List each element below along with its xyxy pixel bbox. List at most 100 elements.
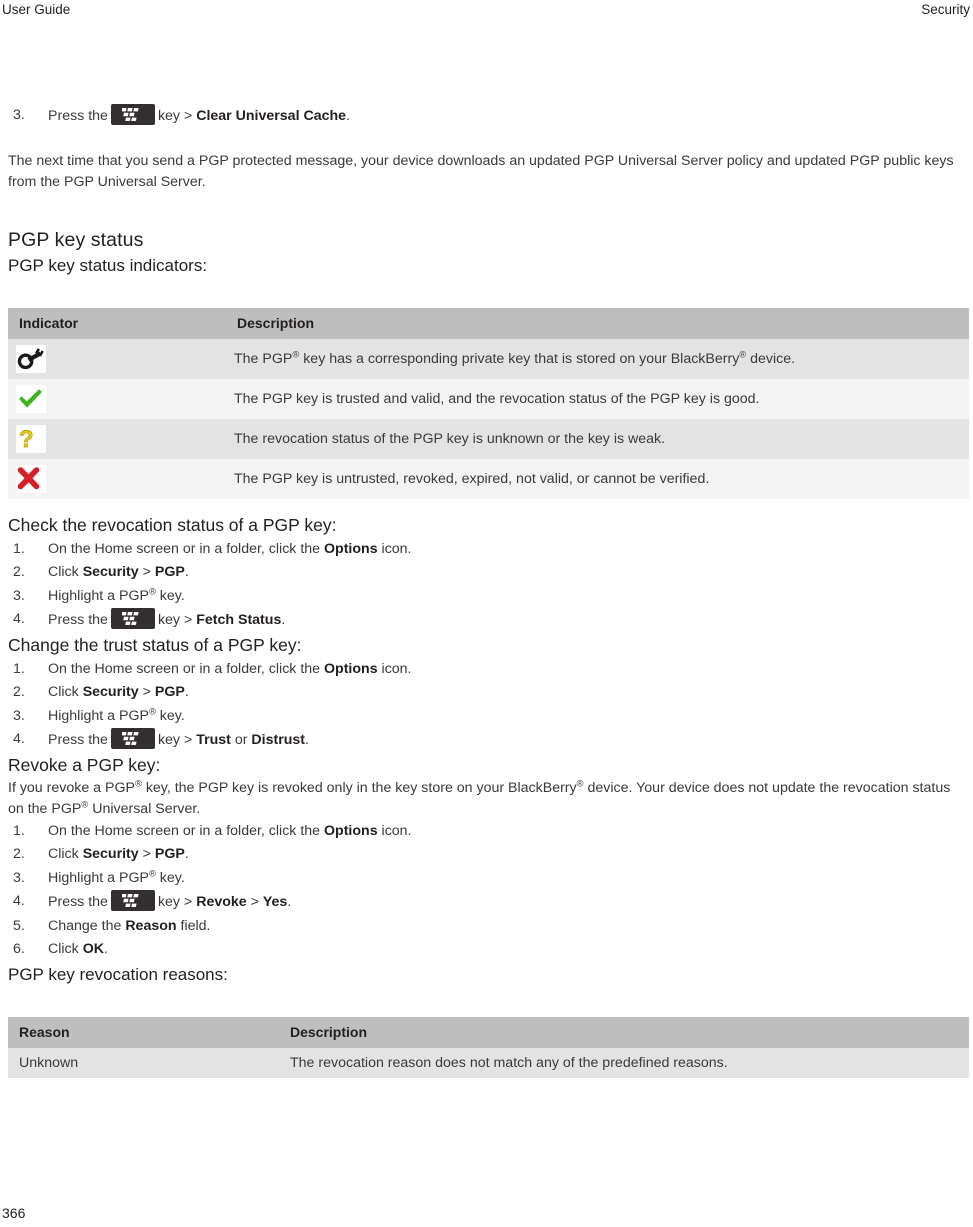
indicator-cell: ? <box>8 418 226 459</box>
step-sep: > <box>246 894 263 910</box>
step-number: 4. <box>13 611 25 627</box>
step-bold-2: PGP <box>154 846 185 862</box>
red-x-icon <box>16 464 46 493</box>
step-number: 3. <box>13 107 25 123</box>
yellow-question-icon: ? <box>16 424 46 453</box>
step-text-end: key. <box>155 869 185 886</box>
step-bold: Trust <box>196 732 231 748</box>
heading-revoke-pgp-key: Revoke a PGP key: <box>8 754 161 775</box>
list-item: 4. Press the <box>8 728 970 753</box>
description-cell: The PGP key is trusted and valid, and th… <box>226 378 969 419</box>
step-text: Change the <box>48 917 126 934</box>
page-number: 366 <box>2 1205 26 1221</box>
column-header-description: Description <box>281 1016 969 1048</box>
table-header-row: Reason Description <box>8 1016 969 1048</box>
description-cell: The revocation status of the PGP key is … <box>226 418 969 459</box>
column-header-indicator: Indicator <box>8 307 226 339</box>
pgp-key-status-indicator-table: Indicator Description The PGP® key has a… <box>8 307 969 499</box>
step-number: 3. <box>13 587 25 604</box>
subheading-pgp-key-status-indicators: PGP key status indicators: <box>8 255 208 275</box>
list-item: 6. Click OK. <box>8 938 970 962</box>
step-text: Press the <box>48 894 108 910</box>
step-bold: Reason <box>125 917 177 934</box>
blackberry-menu-key-icon <box>110 728 155 749</box>
step-bold: Options <box>324 660 378 677</box>
step-text: Click <box>48 564 83 580</box>
step-number: 4. <box>13 893 25 909</box>
step-bold: OK <box>82 941 104 957</box>
check-revocation-steps: 1. On the Home screen or in a folder, cli… <box>8 538 970 633</box>
heading-pgp-key-status: PGP key status <box>8 228 144 251</box>
step-text: On the Home screen or in a folder, click… <box>48 822 324 839</box>
step-key-word: key > <box>157 894 193 910</box>
heading-change-trust-status: Change the trust status of a PGP key: <box>8 634 302 655</box>
step-number: 1. <box>13 822 25 839</box>
registered-mark: ® <box>576 777 584 788</box>
heading-check-revocation-status: Check the revocation status of a PGP key… <box>8 514 337 535</box>
step-text-end: . <box>287 894 292 910</box>
step-bold: Security <box>82 846 139 862</box>
step-bold-2: Yes <box>262 894 288 910</box>
subheading-pgp-key-revocation-reasons: PGP key revocation reasons: <box>8 964 228 984</box>
desc-part-2: key has a corresponding private key that… <box>299 350 740 367</box>
list-item: 2. Click Security > PGP. <box>8 843 970 867</box>
reason-cell: Unknown <box>8 1047 281 1078</box>
key-icon <box>16 344 46 373</box>
table-header-row: Indicator Description <box>8 307 969 339</box>
step-text-end: . <box>184 846 189 862</box>
desc-part-3: device. <box>746 350 796 367</box>
change-trust-steps: 1. On the Home screen or in a folder, cli… <box>8 658 970 753</box>
step-text: Press the <box>48 612 108 628</box>
desc-part-1: The PGP <box>234 350 293 367</box>
blackberry-menu-key-icon <box>110 104 155 125</box>
step-text-end: . <box>184 684 189 700</box>
step-bold: Security <box>82 564 139 580</box>
revoke-part-4: Universal Server. <box>88 800 201 817</box>
list-item: 1. On the Home screen or in a folder, cli… <box>8 658 970 682</box>
revoke-part-2: key, the PGP key is revoked only in the … <box>141 779 577 796</box>
list-item: 1. On the Home screen or in a folder, cli… <box>8 538 970 562</box>
list-item: 3. Highlight a PGP® key. <box>8 705 970 729</box>
table-row: The PGP key is untrusted, revoked, expir… <box>8 458 969 499</box>
list-item: 1. On the Home screen or in a folder, cli… <box>8 820 970 844</box>
indicator-cell <box>8 458 226 499</box>
blackberry-menu-key-icon <box>110 608 155 629</box>
registered-mark: ® <box>148 585 156 596</box>
step-text-end: . <box>305 732 309 748</box>
step-bold: Fetch Status <box>196 612 282 628</box>
list-item: 4. Press the <box>8 890 970 915</box>
green-check-icon <box>16 384 46 413</box>
description-cell: The revocation reason does not match any… <box>281 1047 969 1078</box>
svg-text:?: ? <box>19 426 34 453</box>
step-text-before: Press the <box>48 108 108 124</box>
table-row: ? The revocation status of the PGP key i… <box>8 418 969 459</box>
step-sep: > <box>138 846 155 862</box>
list-item: 2. Click Security > PGP. <box>8 681 970 705</box>
running-head-right: Security <box>921 2 970 17</box>
step-text-end: . <box>281 612 286 628</box>
table-row: Unknown The revocation reason does not m… <box>8 1047 969 1078</box>
step-number: 1. <box>13 540 25 557</box>
list-item: 2. Click Security > PGP. <box>8 561 970 585</box>
step-key-word: key > <box>157 732 193 748</box>
step-text: Highlight a PGP <box>48 587 149 604</box>
step-number: 3. <box>13 869 25 886</box>
step-text: Click <box>48 846 83 862</box>
column-header-reason: Reason <box>8 1016 281 1048</box>
step-sep: or <box>230 732 252 748</box>
registered-mark: ® <box>148 867 156 878</box>
list-item: 3. Highlight a PGP® key. <box>8 867 970 891</box>
step-number: 5. <box>13 917 25 934</box>
step-period: . <box>346 108 350 124</box>
list-item: 4. Press the <box>8 608 970 633</box>
table-row: The PGP® key has a corresponding private… <box>8 338 969 379</box>
step-text-end: icon. <box>377 822 412 839</box>
step-text: Highlight a PGP <box>48 707 149 724</box>
document-page: User Guide Security 3. Press the key > C… <box>0 0 973 1227</box>
step-bold-2: PGP <box>154 564 185 580</box>
step-key-word: key > <box>157 108 193 124</box>
step-number: 2. <box>13 846 25 862</box>
step-text: Highlight a PGP <box>48 869 149 886</box>
column-header-description: Description <box>226 307 969 339</box>
blackberry-menu-key-icon <box>110 890 155 911</box>
